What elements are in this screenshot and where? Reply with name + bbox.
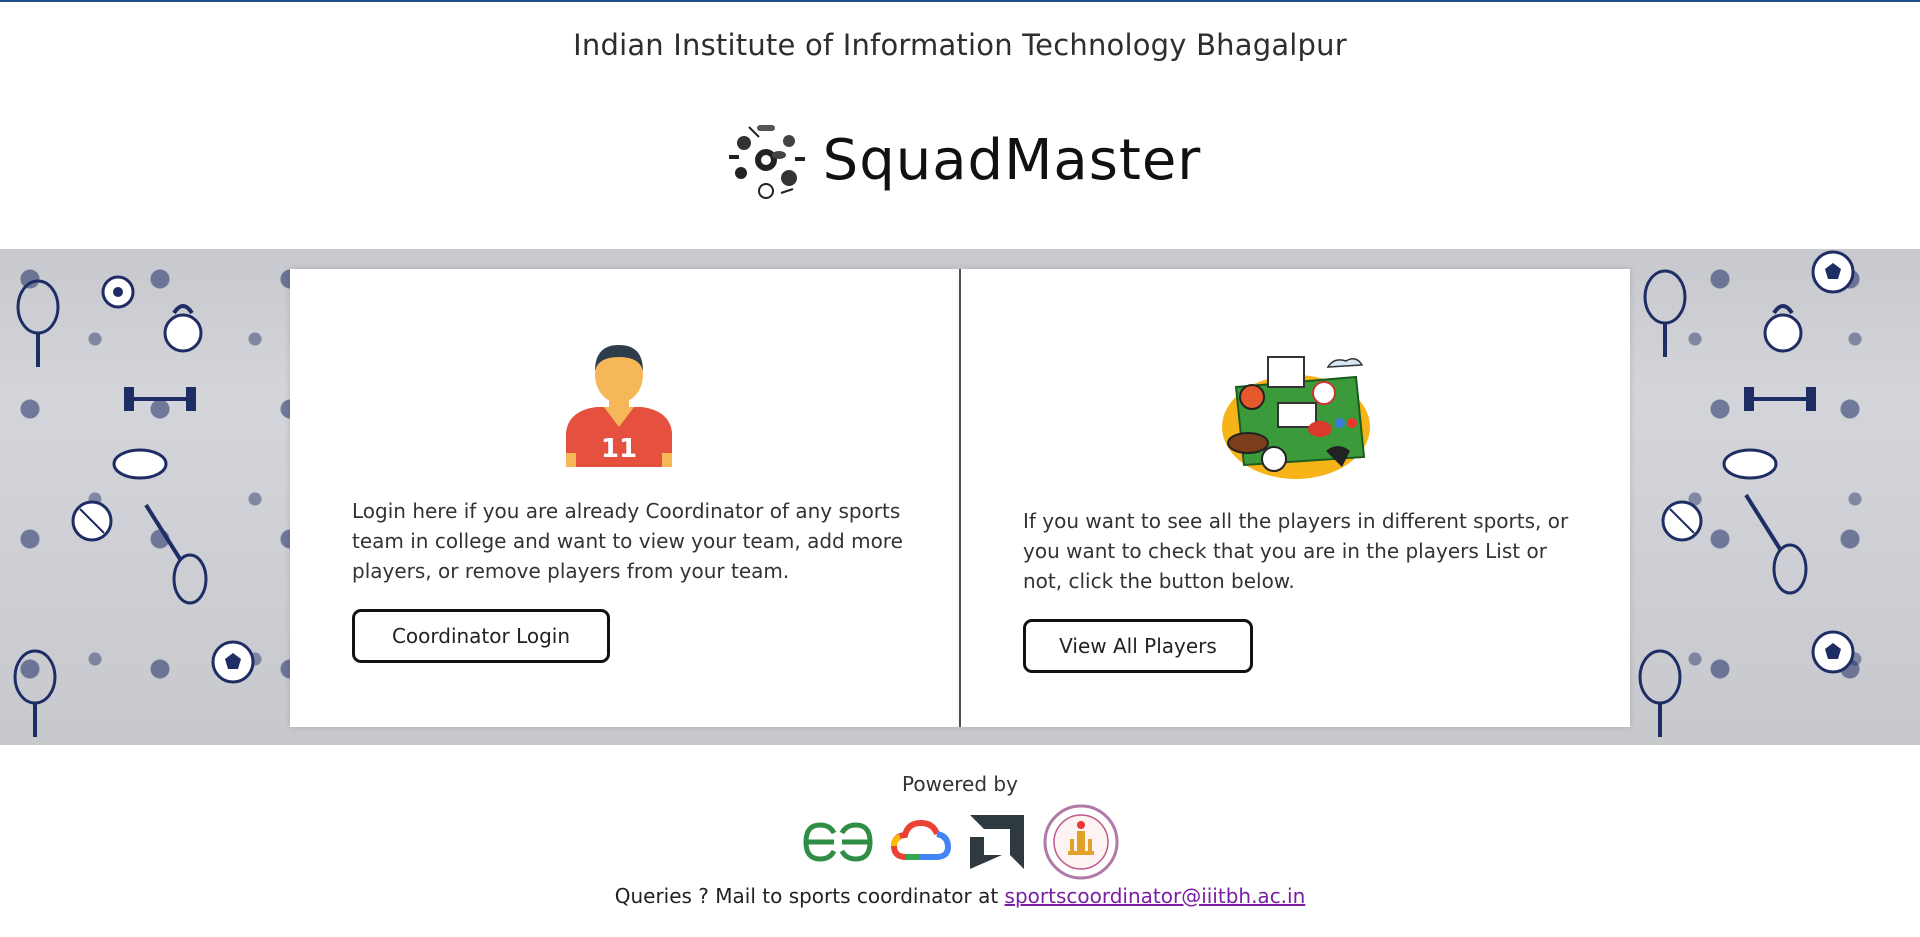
racket-doodle-icon [1643, 269, 1687, 357]
racket-doodle-icon [13, 649, 57, 737]
coordinator-card: 11 Login here if you are already Coordin… [290, 269, 959, 727]
kettlebell-doodle-icon [1763, 304, 1803, 353]
google-cloud-logo [890, 819, 951, 860]
racket-doodle-icon [1744, 493, 1808, 595]
amd-logo [970, 815, 1024, 869]
brand: SquadMaster [0, 110, 1920, 210]
sports-collage-logo [721, 116, 810, 204]
dumbbell-doodle-icon [1744, 387, 1816, 411]
players-description: If you want to see all the players in di… [1023, 509, 1569, 593]
soccer-ball-doodle-icon [1811, 250, 1855, 294]
footballer-avatar-icon: 11 [566, 345, 672, 467]
queries-line: Queries ? Mail to sports coordinator at … [0, 884, 1920, 908]
queries-prefix: Queries ? Mail to sports coordinator at [614, 884, 999, 908]
soccer-ball-doodle-icon [211, 640, 255, 684]
racket-doodle-icon [144, 503, 208, 605]
ball-doodle-icon [71, 500, 113, 542]
svg-text:11: 11 [601, 434, 637, 464]
coordinator-description: Login here if you are already Coordinato… [352, 499, 903, 583]
coordinator-login-button[interactable]: Coordinator Login [352, 609, 610, 663]
rugby-doodle-icon [112, 448, 168, 480]
racket-doodle-icon [1638, 649, 1682, 737]
dumbbell-doodle-icon [124, 387, 196, 411]
kettlebell-doodle-icon [163, 304, 203, 353]
sponsor-logos [0, 803, 1920, 881]
soccer-ball-doodle-icon [1811, 630, 1855, 674]
ball-doodle-icon [1661, 500, 1703, 542]
view-all-players-button[interactable]: View All Players [1023, 619, 1253, 673]
ball-doodle-icon [101, 275, 135, 309]
institute-title: Indian Institute of Information Technolo… [573, 28, 1347, 62]
coordinator-email-link[interactable]: sportscoordinator@iiitbh.ac.in [1005, 884, 1306, 908]
top-border [0, 0, 1920, 2]
app-name: SquadMaster [822, 127, 1202, 193]
gfg-logo [803, 822, 873, 862]
players-card: If you want to see all the players in di… [961, 269, 1630, 727]
rugby-doodle-icon [1722, 448, 1778, 480]
racket-doodle-icon [16, 279, 60, 367]
powered-by-label: Powered by [902, 772, 1018, 796]
sports-collage-icon [1222, 356, 1370, 479]
iiit-bhagalpur-seal [1043, 804, 1119, 880]
